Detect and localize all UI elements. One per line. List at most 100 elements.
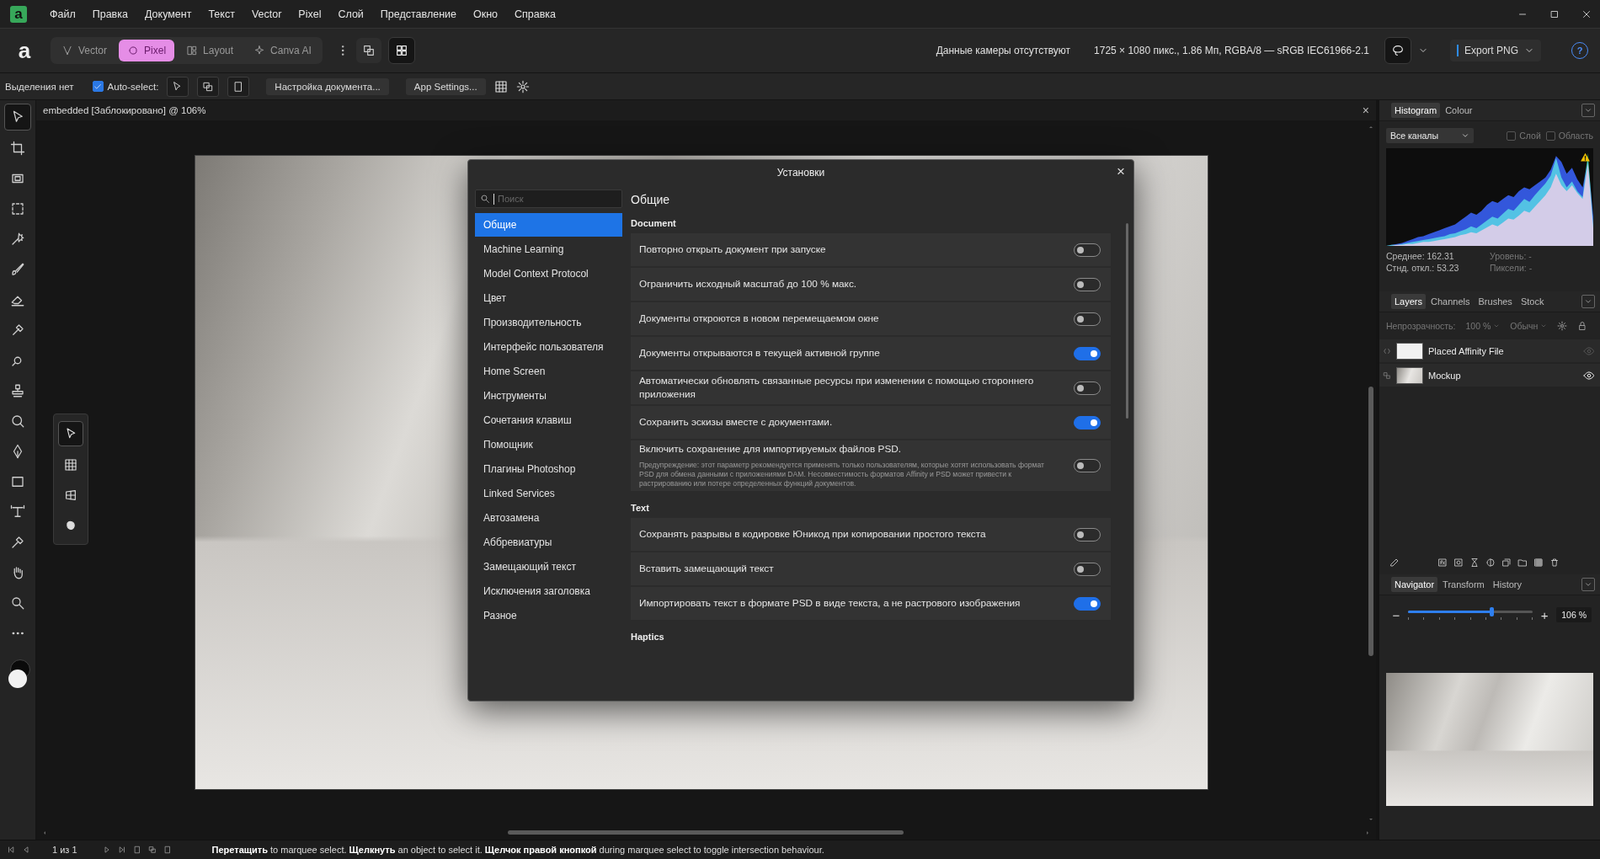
tool-button[interactable] <box>5 256 31 283</box>
layer-row[interactable]: Mockup <box>1379 363 1600 387</box>
context-button[interactable]: App Settings... <box>405 78 486 96</box>
category-item[interactable]: Machine Learning <box>474 237 623 262</box>
eye-icon[interactable] <box>1583 345 1595 358</box>
export-button[interactable]: Export PNG <box>1450 39 1542 62</box>
category-item[interactable]: Плагины Photoshop <box>474 457 623 481</box>
tool-button[interactable] <box>58 513 83 538</box>
layer-row[interactable]: Placed Affinity File <box>1379 339 1600 363</box>
menu-item[interactable]: Текст <box>200 5 242 24</box>
adjust-icon[interactable] <box>1485 557 1496 568</box>
toolbar-logo-icon[interactable]: a <box>13 39 36 62</box>
tool-button[interactable] <box>5 469 31 495</box>
mask-icon[interactable] <box>1453 557 1464 568</box>
toggle-switch[interactable] <box>1073 562 1101 576</box>
search-field[interactable]: Поиск <box>474 189 623 208</box>
category-item[interactable]: Инструменты <box>474 384 623 408</box>
menu-item[interactable]: Представление <box>373 5 464 24</box>
category-item[interactable]: Сочетания клавиш <box>474 408 623 432</box>
tool-button[interactable] <box>5 408 31 434</box>
tool-button[interactable] <box>5 347 31 374</box>
category-item[interactable]: Аббревиатуры <box>474 530 623 555</box>
close-dialog-button[interactable]: × <box>1116 164 1126 179</box>
scroll-thumb[interactable] <box>1368 386 1374 656</box>
checkbox-box[interactable] <box>1546 131 1556 141</box>
panel-tab[interactable]: Layers <box>1391 293 1426 310</box>
persona-button[interactable]: Pixel <box>118 39 175 62</box>
last-icon[interactable] <box>117 845 127 854</box>
menu-item[interactable]: Правка <box>85 5 136 24</box>
fx-icon[interactable] <box>1437 557 1448 568</box>
zoom-in-button[interactable]: + <box>1539 608 1550 623</box>
toggle-switch[interactable] <box>1073 381 1101 395</box>
trash-icon[interactable] <box>1549 557 1560 568</box>
toggle-switch[interactable] <box>1073 277 1101 292</box>
toggle-switch[interactable] <box>1073 243 1101 257</box>
tool-button[interactable] <box>5 560 31 586</box>
panel-tab[interactable]: Channels <box>1427 293 1473 310</box>
category-item[interactable]: Linked Services <box>474 481 623 506</box>
scroll-thumb[interactable] <box>507 830 904 835</box>
toggle-switch[interactable] <box>1073 416 1101 430</box>
histogram-checkbox[interactable]: Область <box>1546 130 1594 141</box>
maximize-icon[interactable] <box>1549 9 1560 20</box>
zoom-out-button[interactable]: − <box>1391 608 1402 623</box>
category-item[interactable]: Помощник <box>474 432 623 457</box>
toggle-switch[interactable] <box>1073 458 1101 473</box>
left-icon[interactable] <box>41 829 48 837</box>
text-style-button[interactable] <box>356 37 382 64</box>
persona-button[interactable]: Layout <box>177 39 242 62</box>
menu-item[interactable]: Pixel <box>290 5 329 24</box>
category-item[interactable]: Цвет <box>474 286 623 310</box>
tool-button[interactable] <box>5 287 31 313</box>
tool-button[interactable] <box>5 438 31 464</box>
checker-icon[interactable] <box>1533 557 1544 568</box>
tool-button[interactable] <box>58 421 84 447</box>
checkbox-box[interactable] <box>1506 131 1516 141</box>
multi-icon[interactable] <box>148 845 157 854</box>
pages-button[interactable] <box>227 76 250 97</box>
color-swatches[interactable] <box>5 657 31 692</box>
warning-icon[interactable] <box>1579 151 1591 163</box>
grid-icon[interactable] <box>494 80 508 94</box>
gear-icon[interactable] <box>516 80 530 94</box>
menu-item[interactable]: Vector <box>244 5 289 24</box>
toggle-switch[interactable] <box>1073 528 1101 542</box>
up-icon[interactable] <box>1367 123 1375 131</box>
category-item[interactable]: Интерфейс пользователя <box>474 335 623 359</box>
tool-button[interactable] <box>5 135 31 161</box>
more-icon[interactable] <box>336 43 350 58</box>
edit-icon[interactable] <box>1389 557 1400 568</box>
tool-button[interactable] <box>5 226 31 252</box>
collapse-button[interactable] <box>1581 103 1595 118</box>
menu-item[interactable]: Документ <box>137 5 199 24</box>
navigator-preview[interactable] <box>1386 672 1594 806</box>
winclose-icon[interactable] <box>1581 9 1592 20</box>
auto-select-checkbox[interactable]: Auto-select: <box>92 80 160 92</box>
persona-button[interactable]: Canva AI <box>245 39 320 62</box>
prev-icon[interactable] <box>21 845 31 854</box>
channel-select[interactable]: Все каналы <box>1386 128 1474 144</box>
gear-icon[interactable] <box>1557 320 1568 331</box>
select-button[interactable] <box>166 76 189 97</box>
tool-button[interactable] <box>5 165 31 192</box>
persona-button[interactable]: Vector <box>53 39 116 62</box>
primary-color[interactable] <box>8 669 27 688</box>
toggle-switch[interactable] <box>1073 312 1101 326</box>
category-item[interactable]: Исключения заголовка <box>474 579 623 603</box>
context-button[interactable]: Настройка документа... <box>266 78 389 96</box>
tool-button[interactable] <box>5 196 31 222</box>
collapse-button[interactable] <box>1581 294 1595 309</box>
panel-tab[interactable]: Histogram <box>1391 102 1440 118</box>
minimize-icon[interactable] <box>1517 9 1528 20</box>
toggle-switch[interactable] <box>1073 346 1101 361</box>
category-item[interactable]: Home Screen <box>474 359 623 384</box>
multi-button[interactable] <box>197 76 219 97</box>
panel-tab[interactable]: History <box>1489 576 1526 592</box>
horizontal-scrollbar[interactable] <box>36 826 1376 840</box>
lasso-button[interactable] <box>1384 37 1412 64</box>
category-item[interactable]: Автозамена <box>474 506 623 530</box>
group-icon[interactable] <box>1501 557 1512 568</box>
blend-mode-select[interactable]: Обычн <box>1509 320 1547 331</box>
vertical-scrollbar[interactable] <box>1365 120 1376 827</box>
right-icon[interactable] <box>1364 829 1371 837</box>
